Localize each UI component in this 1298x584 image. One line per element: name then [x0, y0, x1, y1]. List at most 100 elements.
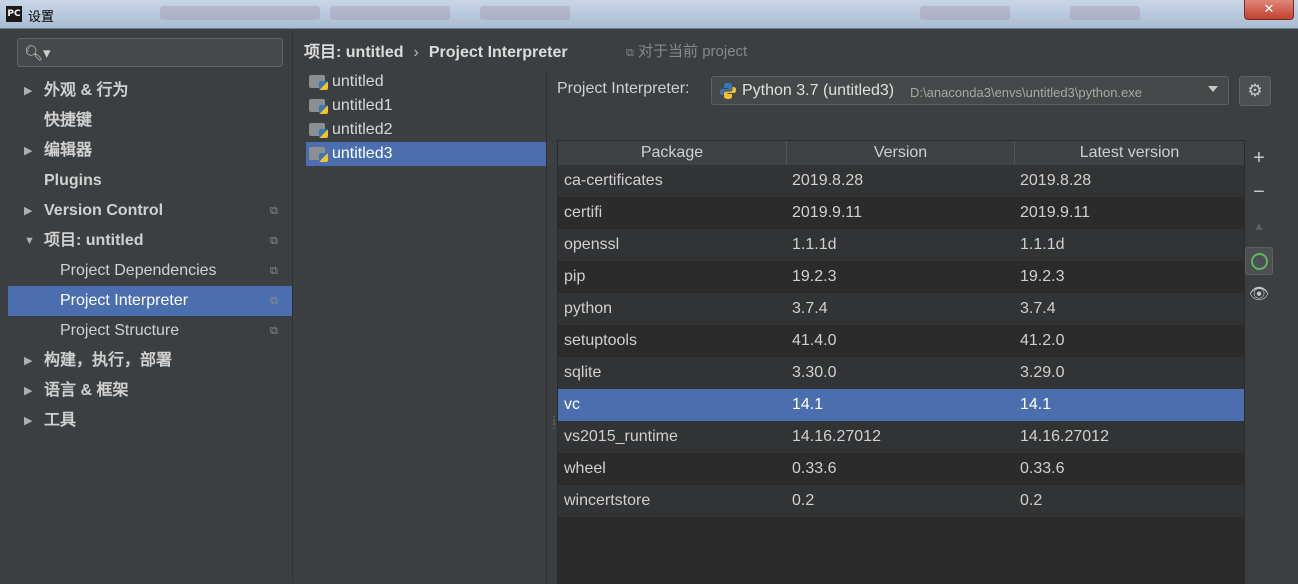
version-cell: 14.1: [792, 396, 824, 413]
window-title: 设置: [28, 9, 55, 24]
latest-version-cell: 0.33.6: [1020, 460, 1065, 477]
version-cell: 1.1.1d: [792, 236, 837, 253]
sidebar-item[interactable]: ▶ 语言 & 框架: [8, 376, 292, 406]
close-icon: ✕: [1263, 1, 1275, 16]
sidebar-item-label: 项目: untitled: [44, 232, 144, 249]
remove-package-button[interactable]: −: [1245, 178, 1273, 206]
minus-icon: −: [1253, 181, 1265, 203]
table-row[interactable]: vs2015_runtime 14.16.27012 14.16.27012: [558, 421, 1244, 453]
package-name-cell: openssl: [564, 236, 620, 253]
project-list-item-label: untitled1: [332, 97, 393, 114]
copy-icon: ⧉: [626, 47, 634, 59]
table-row[interactable]: wheel 0.33.6 0.33.6: [558, 453, 1244, 485]
table-row[interactable]: vc 14.1 14.1: [558, 389, 1244, 421]
package-name-cell: sqlite: [564, 364, 602, 381]
version-cell: 14.16.27012: [792, 428, 881, 445]
table-row[interactable]: openssl 1.1.1d 1.1.1d: [558, 229, 1244, 261]
project-list: untitled untitled1 untitled2 untitled3: [306, 70, 547, 582]
package-table: Package Version Latest version ca-certif…: [557, 140, 1245, 584]
python-folder-icon: [309, 99, 328, 114]
sidebar-item[interactable]: 快捷键: [8, 106, 292, 136]
show-early-releases-button[interactable]: 👁︎: [1245, 281, 1273, 309]
interpreter-settings-button[interactable]: ⚙: [1239, 76, 1271, 106]
breadcrumb-parent: 项目: untitled: [304, 44, 404, 61]
version-cell: 3.7.4: [792, 300, 828, 317]
version-cell: 0.33.6: [792, 460, 837, 477]
project-list-item[interactable]: untitled: [306, 70, 546, 94]
sidebar-item[interactable]: Project Structure ⧉: [8, 316, 292, 346]
sidebar-item[interactable]: ▶ 编辑器: [8, 136, 292, 166]
scope-note-label: 对于当前 project: [638, 43, 748, 60]
sidebar-item-label: 外观 & 行为: [44, 82, 129, 99]
column-header-package[interactable]: Package: [558, 141, 787, 165]
sidebar-item[interactable]: ▶ 外观 & 行为: [8, 76, 292, 106]
package-toolbar: + − ▲ 👁︎: [1245, 140, 1273, 582]
project-scope-icon: ⧉: [270, 265, 278, 277]
latest-version-cell: 2019.8.28: [1020, 172, 1092, 189]
collapsed-arrow-icon[interactable]: ▶: [24, 196, 32, 226]
project-scope-icon: ⧉: [270, 325, 278, 337]
collapsed-arrow-icon[interactable]: ▶: [24, 76, 32, 106]
project-list-item[interactable]: untitled1: [306, 94, 546, 118]
table-row[interactable]: wincertstore 0.2 0.2: [558, 485, 1244, 517]
interpreter-select[interactable]: Python 3.7 (untitled3) D:\anaconda3\envs…: [711, 76, 1229, 105]
sidebar-item[interactable]: Project Interpreter ⧉: [8, 286, 292, 316]
interpreter-name: Python 3.7 (untitled3): [742, 82, 895, 99]
package-name-cell: wheel: [564, 460, 606, 477]
table-row[interactable]: pip 19.2.3 19.2.3: [558, 261, 1244, 293]
sidebar-item-label: 编辑器: [44, 142, 93, 159]
sidebar-divider: [292, 30, 293, 582]
column-header-version[interactable]: Version: [787, 141, 1015, 165]
sidebar-item-label: Version Control: [44, 202, 164, 219]
python-folder-icon: [309, 75, 328, 90]
table-row[interactable]: ca-certificates 2019.8.28 2019.8.28: [558, 165, 1244, 197]
python-folder-icon: [309, 147, 328, 162]
latest-version-cell: 0.2: [1020, 492, 1043, 509]
background-window-ghost: [480, 6, 570, 20]
sidebar-item[interactable]: ▶ 构建，执行，部署: [8, 346, 292, 376]
table-row[interactable]: setuptools 41.4.0 41.2.0: [558, 325, 1244, 357]
expanded-arrow-icon[interactable]: ▼: [24, 226, 35, 256]
window-title-bar: PC 设置 ✕: [0, 0, 1298, 29]
project-list-item-label: untitled: [332, 73, 384, 90]
sidebar-item[interactable]: ▼ 项目: untitled ⧉: [8, 226, 292, 256]
project-list-item[interactable]: untitled3: [306, 142, 546, 166]
background-window-ghost: [330, 6, 450, 20]
sidebar-item[interactable]: Project Dependencies ⧉: [8, 256, 292, 286]
table-row[interactable]: python 3.7.4 3.7.4: [558, 293, 1244, 325]
column-header-latest-version[interactable]: Latest version: [1015, 141, 1244, 165]
version-cell: 19.2.3: [792, 268, 837, 285]
table-header: Package Version Latest version: [558, 141, 1244, 166]
table-row[interactable]: certifi 2019.9.11 2019.9.11: [558, 197, 1244, 229]
background-window-ghost: [920, 6, 1010, 20]
sidebar-item[interactable]: Plugins: [8, 166, 292, 196]
upgrade-package-button[interactable]: ▲: [1245, 212, 1273, 240]
settings-search-input[interactable]: 🔍︎▾: [17, 38, 283, 67]
python-folder-icon: [309, 123, 328, 138]
project-list-item[interactable]: untitled2: [306, 118, 546, 142]
sidebar-item-label: 语言 & 框架: [44, 382, 129, 399]
up-arrow-icon: ▲: [1253, 219, 1265, 233]
collapsed-arrow-icon[interactable]: ▶: [24, 376, 32, 406]
ring-icon: [1250, 252, 1268, 270]
sidebar-item[interactable]: ▶ Version Control ⧉: [8, 196, 292, 226]
sidebar-item-label: Plugins: [44, 172, 102, 189]
window-close-button[interactable]: ✕: [1244, 0, 1294, 20]
latest-version-cell: 14.16.27012: [1020, 428, 1109, 445]
collapsed-arrow-icon[interactable]: ▶: [24, 346, 32, 376]
latest-version-cell: 2019.9.11: [1020, 204, 1090, 221]
settings-sidebar: 🔍︎▾ ▶ 外观 & 行为 快捷键 ▶ 编辑器 Plugins ▶ Version Contr…: [8, 30, 292, 582]
sidebar-item-label: 快捷键: [44, 112, 93, 129]
sidebar-item[interactable]: ▶ 工具: [8, 406, 292, 436]
table-row[interactable]: sqlite 3.30.0 3.29.0: [558, 357, 1244, 389]
collapsed-arrow-icon[interactable]: ▶: [24, 406, 32, 436]
latest-version-cell: 14.1: [1020, 396, 1052, 413]
collapsed-arrow-icon[interactable]: ▶: [24, 136, 32, 166]
latest-version-cell: 3.29.0: [1020, 364, 1065, 381]
version-cell: 3.30.0: [792, 364, 837, 381]
project-list-item-label: untitled2: [332, 121, 393, 138]
version-cell: 2019.8.28: [792, 172, 864, 189]
use-conda-button[interactable]: [1245, 247, 1273, 275]
add-package-button[interactable]: +: [1245, 144, 1273, 172]
version-cell: 0.2: [792, 492, 815, 509]
